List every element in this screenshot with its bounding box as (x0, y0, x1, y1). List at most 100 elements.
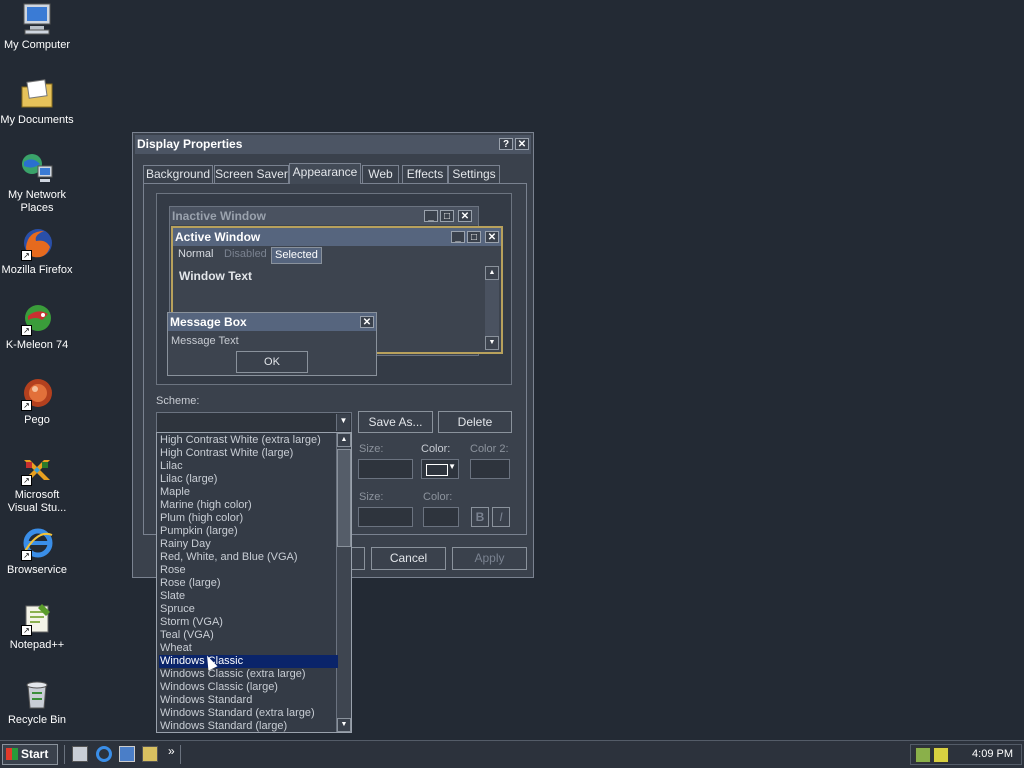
tray-app-icon[interactable] (933, 747, 949, 763)
start-button[interactable]: Start (2, 744, 58, 765)
scheme-list-item[interactable]: Teal (VGA) (159, 629, 338, 642)
color-picker-button[interactable]: ▼ (421, 459, 459, 479)
scheme-list-item[interactable]: Rose (large) (159, 577, 338, 590)
preview-message-box: Message Box ✕ Message Text OK (167, 312, 377, 376)
chevron-down-icon[interactable]: ▼ (336, 414, 350, 431)
notepad-icon: ↗ (20, 602, 54, 636)
shortcut-arrow-icon: ↗ (21, 325, 32, 336)
desktop-icon-label: Browservice (7, 564, 67, 576)
scheme-list-item[interactable]: High Contrast White (extra large) (159, 434, 338, 447)
scheme-list-item[interactable]: Pumpkin (large) (159, 525, 338, 538)
desktop-icon-my-computer[interactable]: My Computer (0, 2, 74, 52)
taskbar: Start » 4:09 PM (0, 740, 1024, 768)
scheme-list-item[interactable]: Spruce (159, 603, 338, 616)
desktop-icon-visual-studio[interactable]: ↗ Microsoft Visual Stu... (0, 452, 74, 515)
pego-icon: ↗ (20, 377, 54, 411)
preview-ok-button: OK (236, 351, 308, 373)
scheme-list-item[interactable]: Windows Classic (large) (159, 681, 338, 694)
bold-button[interactable]: B (471, 507, 489, 527)
italic-button[interactable]: I (492, 507, 510, 527)
color2-label: Color 2: (470, 443, 509, 455)
tab-screen-saver[interactable]: Screen Saver (214, 165, 289, 183)
network-icon (20, 152, 54, 186)
minimize-icon: _ (424, 210, 438, 222)
font-color-label: Color: (423, 491, 453, 503)
maximize-icon: □ (467, 231, 481, 243)
color2-picker-button[interactable] (470, 459, 510, 479)
font-color-button[interactable] (423, 507, 459, 527)
preview-menu-bar: Normal Disabled Selected (173, 246, 501, 264)
media-icon[interactable] (142, 746, 158, 762)
scheme-list-item[interactable]: Lilac (large) (159, 473, 338, 486)
delete-button[interactable]: Delete (438, 411, 512, 433)
close-icon: ✕ (485, 231, 499, 243)
scheme-list-item[interactable]: Marine (high color) (159, 499, 338, 512)
close-icon: ✕ (360, 316, 374, 328)
scheme-list-item[interactable]: Windows Classic (extra large) (159, 668, 338, 681)
scheme-list-item[interactable]: High Contrast White (large) (159, 447, 338, 460)
shortcut-arrow-icon: ↗ (21, 250, 32, 261)
scheme-list-item[interactable]: Storm (VGA) (159, 616, 338, 629)
firefox-icon: ↗ (20, 227, 54, 261)
maximize-icon: □ (440, 210, 454, 222)
cancel-button[interactable]: Cancel (371, 547, 446, 570)
desktop-icon-pego[interactable]: ↗ Pego (0, 377, 74, 427)
start-label: Start (21, 747, 49, 761)
desktop-icon-recycle-bin[interactable]: Recycle Bin (0, 677, 74, 727)
scheme-dropdown-list[interactable]: ▲ ▼ High Contrast White (extra large) Hig… (156, 432, 352, 733)
ie-icon[interactable] (96, 746, 112, 762)
close-button[interactable]: ✕ (515, 138, 529, 150)
scrollbar-thumb[interactable] (337, 449, 351, 547)
size-spinner[interactable] (358, 459, 413, 479)
tab-web[interactable]: Web (362, 165, 399, 183)
minimize-icon: _ (451, 231, 465, 243)
font-size-dropdown[interactable] (358, 507, 413, 527)
scheme-list-scrollbar[interactable]: ▲ ▼ (336, 433, 351, 732)
desktop-icon-mozilla-firefox[interactable]: ↗ Mozilla Firefox (0, 227, 74, 277)
tab-effects[interactable]: Effects (402, 165, 448, 183)
save-as-button[interactable]: Save As... (358, 411, 433, 433)
scheme-list-item[interactable]: Windows Standard (extra large) (159, 707, 338, 720)
taskbar-clock[interactable]: 4:09 PM (972, 745, 1013, 764)
scheme-list-item[interactable]: Slate (159, 590, 338, 603)
desktop-icon-label: My Computer (3, 39, 71, 51)
size-label: Size: (359, 443, 384, 455)
scroll-down-icon[interactable]: ▼ (337, 718, 351, 732)
quicklaunch-chevron-icon[interactable]: » (168, 744, 175, 758)
scheme-list-item[interactable]: Windows Standard (159, 694, 338, 707)
scheme-list-item[interactable]: Rose (159, 564, 338, 577)
desktop-icon-label: Microsoft Visual Stu... (7, 489, 67, 514)
desktop-icon-label: Notepad++ (9, 639, 65, 651)
desktop-icon-my-network-places[interactable]: My Network Places (0, 152, 74, 215)
dialog-titlebar[interactable]: Display Properties ? ✕ (135, 135, 531, 154)
scheme-list-item[interactable]: Plum (high color) (159, 512, 338, 525)
desktop-icon-browservice[interactable]: ↗ Browservice (0, 527, 74, 577)
scheme-dropdown[interactable]: ▼ (156, 412, 352, 433)
scheme-list-item[interactable]: Lilac (159, 460, 338, 473)
desktop-icon-k-meleon[interactable]: ↗ K-Meleon 74 (0, 302, 74, 352)
scheme-list-item[interactable]: Windows Standard (large) (159, 720, 338, 732)
preview-msgbox-text: Message Text (171, 335, 239, 347)
desktop-icon-notepad-plus-plus[interactable]: ↗ Notepad++ (0, 602, 74, 652)
scroll-up-icon[interactable]: ▲ (337, 433, 351, 447)
color-swatch (426, 464, 448, 476)
preview-menu-selected: Selected (271, 247, 322, 264)
tab-background[interactable]: Background (143, 165, 213, 183)
tab-appearance[interactable]: Appearance (289, 163, 361, 184)
apply-button[interactable]: Apply (452, 547, 527, 570)
computer-icon (20, 2, 54, 36)
desktop-icon-my-documents[interactable]: My Documents (0, 77, 74, 127)
tray-network-icon[interactable] (915, 747, 931, 763)
scheme-list-item[interactable]: Maple (159, 486, 338, 499)
scheme-list-item[interactable]: Wheat (159, 642, 338, 655)
scheme-list-item[interactable]: Rainy Day (159, 538, 338, 551)
tab-settings[interactable]: Settings (448, 165, 500, 183)
scheme-list-item[interactable]: Red, White, and Blue (VGA) (159, 551, 338, 564)
scheme-list-item[interactable]: Windows Classic (159, 655, 338, 668)
outlook-icon[interactable] (119, 746, 135, 762)
help-button[interactable]: ? (499, 138, 513, 150)
show-desktop-icon[interactable] (72, 746, 88, 762)
shortcut-arrow-icon: ↗ (21, 625, 32, 636)
color-label: Color: (421, 443, 451, 455)
recycle-bin-icon (20, 677, 54, 711)
